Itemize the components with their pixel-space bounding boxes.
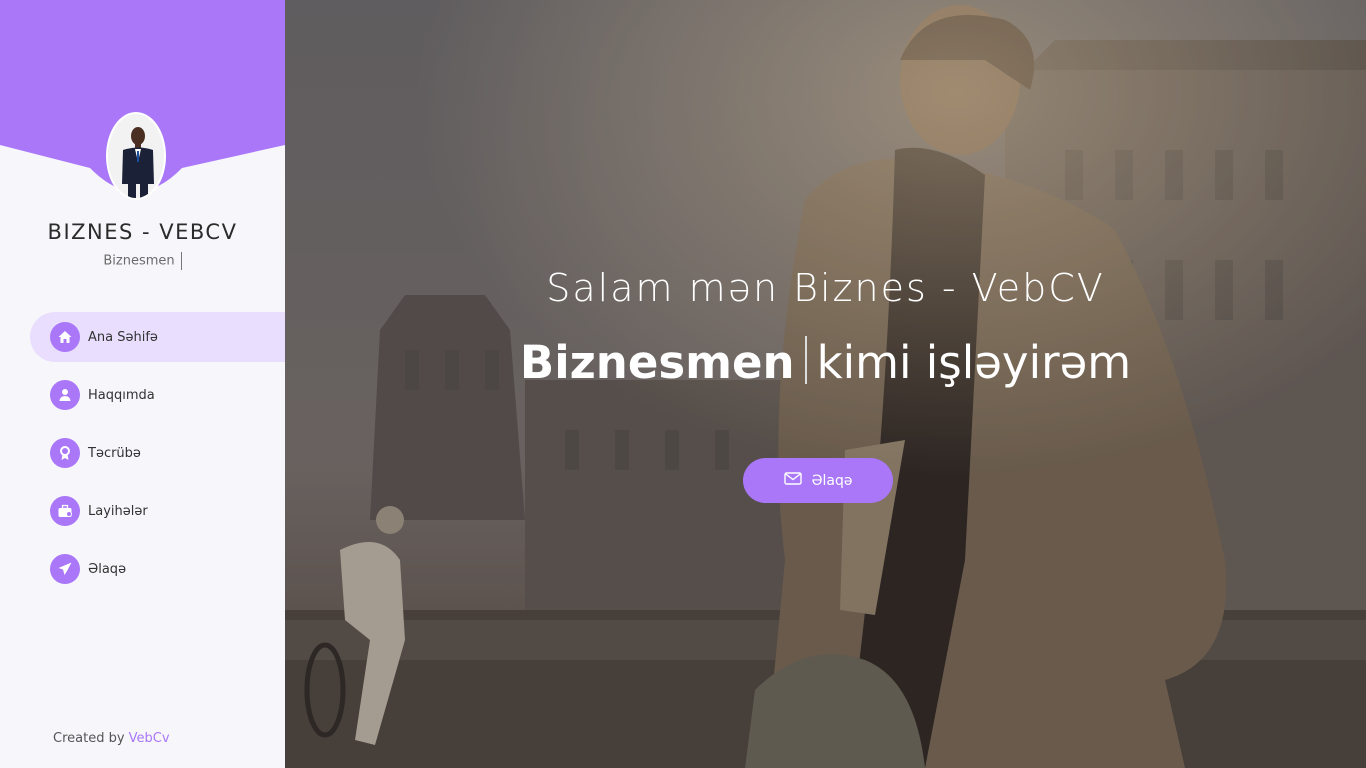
contact-button[interactable]: Əlaqə: [743, 458, 893, 503]
sidebar-nav: Ana Səhifə Haqqımda Təcrübə Layihələr Əl…: [30, 312, 285, 602]
hero-role: Biznesmen: [519, 336, 795, 389]
hero-role-line: Biznesmen kimi işləyirəm: [285, 336, 1366, 389]
sidebar-item-label: Təcrübə: [88, 445, 141, 461]
briefcase-icon: [50, 496, 80, 526]
hero-section: Salam mən Biznes - VebCV Biznesmen kimi i…: [285, 0, 1366, 768]
brand-subtitle-text: Biznesmen: [103, 253, 175, 269]
sidebar: BIZNES - VEBCV Biznesmen Ana Səhifə Haqq…: [0, 0, 285, 768]
send-icon: [50, 554, 80, 584]
typing-cursor: [804, 336, 807, 384]
sidebar-item-contact[interactable]: Əlaqə: [30, 544, 285, 594]
avatar: [106, 112, 166, 200]
sidebar-item-about[interactable]: Haqqımda: [30, 370, 285, 420]
sidebar-item-label: Əlaqə: [88, 561, 127, 577]
sidebar-footer: Created by VebCv: [53, 731, 170, 746]
mail-icon: [783, 472, 802, 489]
typing-cursor: [180, 252, 182, 270]
brand-subtitle: Biznesmen: [0, 252, 285, 270]
hero-role-suffix: kimi işləyirəm: [816, 336, 1132, 389]
hero-greeting: Salam mən Biznes - VebCV: [546, 266, 1105, 310]
sidebar-item-label: Haqqımda: [88, 387, 155, 403]
sidebar-item-projects[interactable]: Layihələr: [30, 486, 285, 536]
sidebar-item-label: Layihələr: [88, 503, 148, 519]
footer-prefix: Created by: [53, 731, 125, 746]
user-icon: [50, 380, 80, 410]
brand-title: BIZNES - VEBCV: [47, 220, 238, 244]
footer-link[interactable]: VebCv: [129, 731, 170, 746]
sidebar-item-experience[interactable]: Təcrübə: [30, 428, 285, 478]
award-icon: [50, 438, 80, 468]
sidebar-item-home[interactable]: Ana Səhifə: [30, 312, 285, 362]
contact-button-label: Əlaqə: [811, 472, 853, 489]
sidebar-item-label: Ana Səhifə: [88, 329, 158, 345]
home-icon: [50, 322, 80, 352]
